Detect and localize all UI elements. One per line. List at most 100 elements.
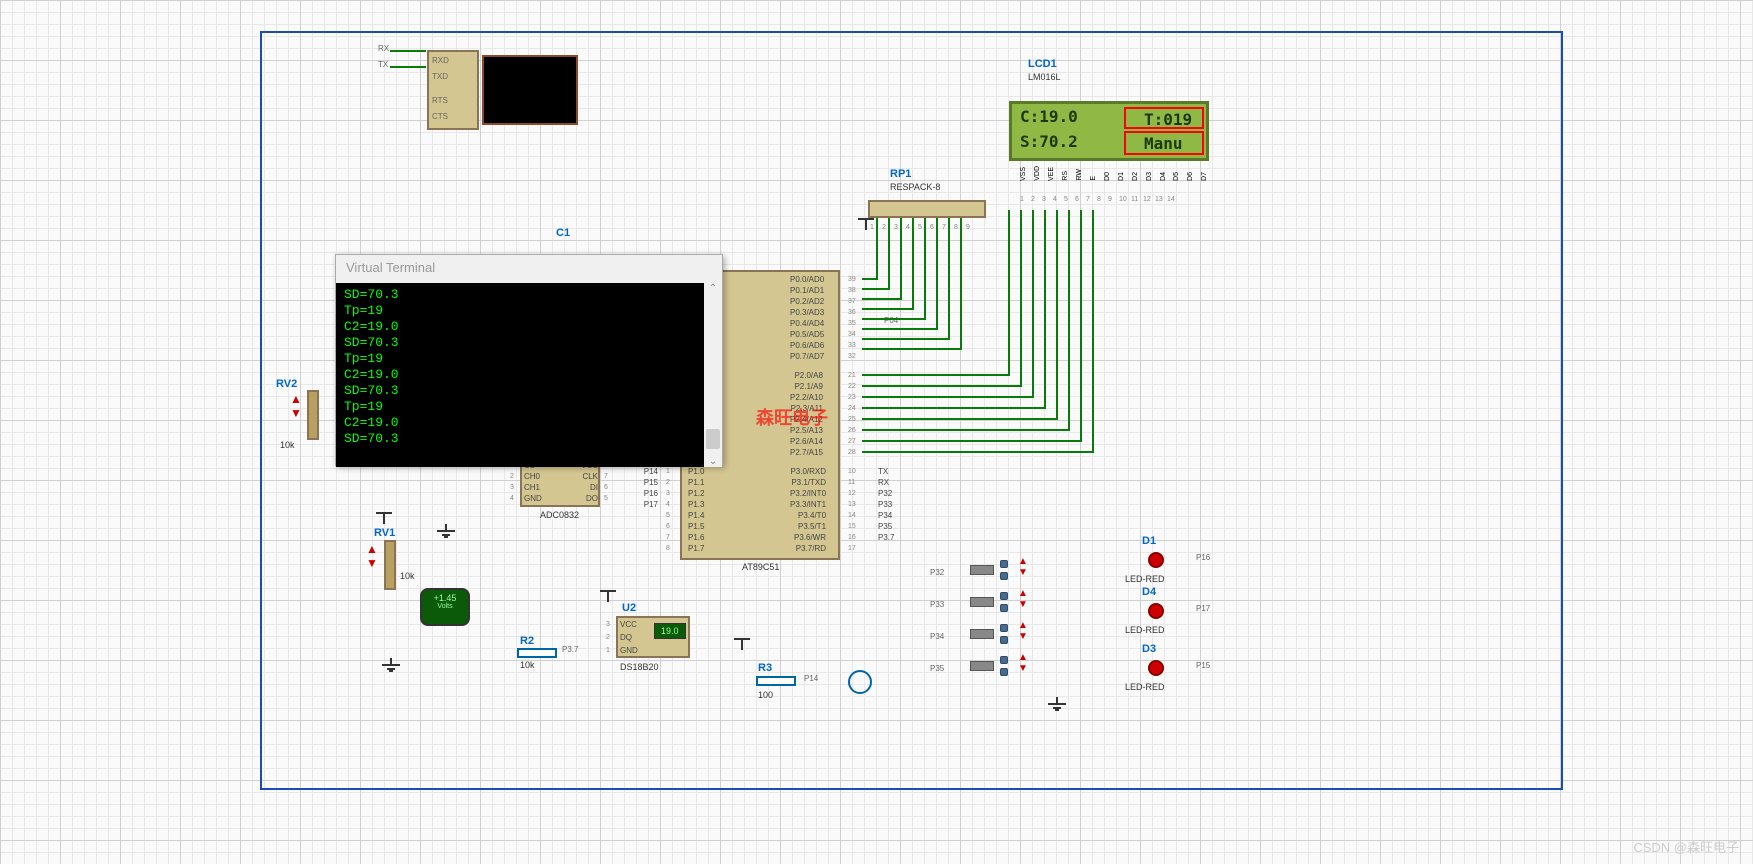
vcc-1 <box>858 218 874 230</box>
uart-pin-3: CTS <box>432 112 448 121</box>
vterm-line-6: SD=70.3 <box>344 383 714 399</box>
buzzer[interactable] <box>848 670 872 694</box>
u2-ref: U2 <box>622 602 636 614</box>
d3-net: P15 <box>1196 661 1210 670</box>
vcc-2 <box>600 590 616 602</box>
rv2-label: RV2 <box>276 378 297 390</box>
r2-label: R2 <box>520 635 534 647</box>
r2-val: 10k <box>520 660 535 670</box>
footer-watermark: CSDN @森旺电子 <box>1633 837 1739 856</box>
rv1-pot[interactable] <box>384 540 396 590</box>
uart-tx-label: TX <box>378 60 388 69</box>
uart-rx-label: RX <box>378 44 389 53</box>
ds18b20-pins: VCCDQGND <box>620 618 638 657</box>
lcd-line1-a: C:19.0 <box>1020 107 1078 126</box>
vterm-line-8: C2=19.0 <box>344 415 714 431</box>
gnd-2 <box>382 658 402 672</box>
d3-model: LED-RED <box>1125 682 1165 692</box>
button-2-arrows[interactable]: ▲▼ <box>1018 620 1028 642</box>
lcd-display[interactable]: C:19.0 S:70.2 T:019 Manu <box>1009 101 1209 161</box>
virtual-terminal[interactable]: Virtual Terminal SD=70.3 Tp=19 C2=19.0 S… <box>335 254 723 466</box>
button-0[interactable] <box>970 565 994 575</box>
mcu-p3-nets: TXRXP32P33P34P35P3.7 <box>878 466 894 543</box>
vterm-line-2: C2=19.0 <box>344 319 714 335</box>
mcu-p3-nums: 1011121314151617 <box>848 466 856 554</box>
d3-name: D3 <box>1142 643 1156 655</box>
r2-res[interactable] <box>517 648 557 658</box>
rv1-val: 10k <box>400 571 415 581</box>
vterm-line-5: C2=19.0 <box>344 367 714 383</box>
gnd-1 <box>437 524 457 538</box>
vcc-3 <box>734 638 750 650</box>
r3-res[interactable] <box>756 676 796 686</box>
ds18b20-nums: 321 <box>606 618 610 657</box>
uart-screen <box>482 55 578 125</box>
vterm-title[interactable]: Virtual Terminal <box>336 255 722 283</box>
vterm-line-4: Tp=19 <box>344 351 714 367</box>
d3-led[interactable] <box>1148 660 1164 676</box>
r3-label: R3 <box>758 662 772 674</box>
mcu-p2-block: P2.0/A8P2.1/A9P2.2/A10P2.3/A11P2.4/A12P2… <box>790 370 823 458</box>
lcd-name: LCD1 <box>1028 58 1057 70</box>
lcd-line2-a: S:70.2 <box>1020 132 1078 151</box>
vterm-line-0: SD=70.3 <box>344 287 714 303</box>
gnd-3 <box>1048 697 1068 711</box>
button-1[interactable] <box>970 597 994 607</box>
uart-pin-1: TXD <box>432 72 448 81</box>
vterm-line-3: SD=70.3 <box>344 335 714 351</box>
vterm-line-1: Tp=19 <box>344 303 714 319</box>
d1-net: P16 <box>1196 553 1210 562</box>
adc-name: ADC0832 <box>540 510 579 520</box>
respack-model: RESPACK-8 <box>890 182 940 192</box>
ds18b20-temp: 19.0 <box>654 623 686 639</box>
vterm-scroll-thumb[interactable] <box>706 429 720 449</box>
lcd-highlight-2 <box>1124 131 1204 155</box>
respack-name: RP1 <box>890 168 911 180</box>
uart-pin-2: RTS <box>432 96 448 105</box>
mcu-name: AT89C51 <box>742 562 779 572</box>
vterm-line-9: SD=70.3 <box>344 431 714 447</box>
mcu-p0-block: P0.0/AD0P0.1/AD1P0.2/AD2P0.3/AD3P0.4/AD4… <box>790 274 824 362</box>
rv2-val: 10k <box>280 440 295 450</box>
lcd-pin-labels: VSS VDD VEE RS RW E D0 D1 D2 D3 D4 D5 D6… <box>1020 166 1213 183</box>
mcu-p0-nums: 3938373635343332 <box>848 274 856 362</box>
scroll-down-icon[interactable]: ⌄ <box>704 456 722 467</box>
ds18b20-name: DS18B20 <box>620 662 659 672</box>
vterm-line-7: Tp=19 <box>344 399 714 415</box>
r3-val: 100 <box>758 690 773 700</box>
mcu-p1-block: P1.0P1.1P1.2P1.3P1.4P1.5P1.6P1.7 <box>688 466 704 554</box>
rv1-arrows[interactable]: ▲▼ <box>366 542 378 570</box>
rv1-label: RV1 <box>374 527 395 539</box>
d4-name: D4 <box>1142 586 1156 598</box>
d1-model: LED-RED <box>1125 574 1165 584</box>
mcu-p2-nums: 2122232425262728 <box>848 370 856 458</box>
mcu-p3-block: P3.0/RXDP3.1/TXDP3.2/INT0P3.3/INT1P3.4/T… <box>790 466 826 554</box>
button-2[interactable] <box>970 629 994 639</box>
d4-led[interactable] <box>1148 603 1164 619</box>
rv2-pot[interactable] <box>307 390 319 440</box>
button-1-arrows[interactable]: ▲▼ <box>1018 588 1028 610</box>
scroll-up-icon[interactable]: ⌃ <box>704 283 722 294</box>
c1-label: C1 <box>556 227 570 239</box>
vterm-scrollbar[interactable]: ⌃ ⌄ <box>704 283 722 467</box>
d4-net: P17 <box>1196 604 1210 613</box>
r3-net: P14 <box>804 674 818 683</box>
d1-name: D1 <box>1142 535 1156 547</box>
respack[interactable] <box>868 200 986 218</box>
d1-led[interactable] <box>1148 552 1164 568</box>
r2-net: P3.7 <box>562 645 578 654</box>
mcu-p1-nets: P14P15P16P17 <box>634 466 658 510</box>
lcd-model: LM016L <box>1028 72 1061 82</box>
vterm-body: SD=70.3 Tp=19 C2=19.0 SD=70.3 Tp=19 C2=1… <box>336 283 722 467</box>
rv2-arrows[interactable]: ▲▼ <box>290 392 302 420</box>
d4-model: LED-RED <box>1125 625 1165 635</box>
uart-pin-0: RXD <box>432 56 449 65</box>
button-3-arrows[interactable]: ▲▼ <box>1018 652 1028 674</box>
button-0-arrows[interactable]: ▲▼ <box>1018 556 1028 578</box>
voltmeter[interactable]: +1.45 Volts <box>420 588 470 626</box>
lcd-pin-nums: 1234567891011121314 <box>1020 196 1179 203</box>
button-3[interactable] <box>970 661 994 671</box>
mcu-p1-nums: 12345678 <box>666 466 670 554</box>
vcc-4 <box>376 512 392 524</box>
lcd-highlight-1 <box>1124 107 1204 129</box>
